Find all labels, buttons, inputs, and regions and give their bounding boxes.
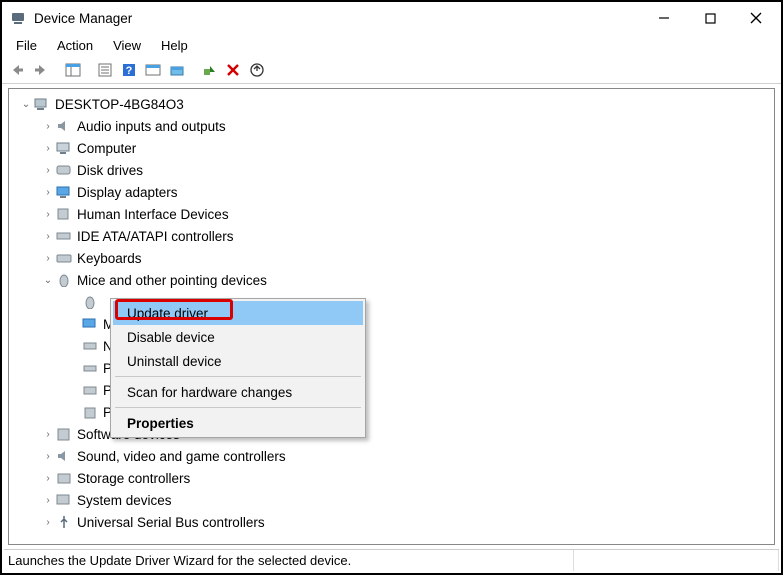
tree-category[interactable]: › Computer <box>11 137 772 159</box>
tree-category[interactable]: › IDE ATA/ATAPI controllers <box>11 225 772 247</box>
expand-icon[interactable]: › <box>41 473 55 484</box>
storage-icon <box>55 470 73 486</box>
show-hide-tree-button[interactable] <box>62 59 84 81</box>
mouse-device-icon <box>81 294 99 310</box>
menu-action[interactable]: Action <box>49 36 101 55</box>
tree-category[interactable]: › Audio inputs and outputs <box>11 115 772 137</box>
statusbar-spacer <box>574 550 779 571</box>
context-menu-properties[interactable]: Properties <box>113 411 363 435</box>
disable-device-button[interactable] <box>222 59 244 81</box>
expand-icon[interactable]: › <box>41 187 55 198</box>
menu-file[interactable]: File <box>8 36 45 55</box>
svg-text:?: ? <box>126 65 133 77</box>
forward-button[interactable] <box>30 59 52 81</box>
ide-icon <box>55 228 73 244</box>
window-title: Device Manager <box>34 11 132 26</box>
device-manager-icon <box>10 10 26 26</box>
context-menu-separator <box>115 376 361 377</box>
audio-icon <box>55 118 73 134</box>
context-menu-scan-hardware[interactable]: Scan for hardware changes <box>113 380 363 404</box>
titlebar: Device Manager <box>2 2 781 34</box>
port-device-icon <box>81 360 99 376</box>
expand-icon[interactable]: › <box>41 209 55 220</box>
menu-help[interactable]: Help <box>153 36 196 55</box>
statusbar: Launches the Update Driver Wizard for th… <box>4 549 779 571</box>
maximize-button[interactable] <box>687 3 733 33</box>
tree-category[interactable]: › Disk drives <box>11 159 772 181</box>
context-menu: Update driver Disable device Uninstall d… <box>110 298 366 438</box>
print-device-icon <box>81 382 99 398</box>
usb-icon <box>55 514 73 530</box>
minimize-button[interactable] <box>641 3 687 33</box>
tree-category[interactable]: › Sound, video and game controllers <box>11 445 772 467</box>
expand-icon[interactable]: › <box>41 121 55 132</box>
expand-icon[interactable]: › <box>41 143 55 154</box>
help-button[interactable]: ? <box>118 59 140 81</box>
expand-icon[interactable]: › <box>41 429 55 440</box>
computer-root-icon <box>33 96 51 112</box>
software-icon <box>55 426 73 442</box>
hid-icon <box>55 206 73 222</box>
toolbar-divider <box>86 59 92 81</box>
toolbar-divider <box>190 59 196 81</box>
expand-icon[interactable]: › <box>41 165 55 176</box>
expand-icon[interactable]: › <box>41 231 55 242</box>
computer-icon <box>55 140 73 156</box>
tree-category[interactable]: › Storage controllers <box>11 467 772 489</box>
properties-button[interactable] <box>94 59 116 81</box>
context-menu-separator <box>115 407 361 408</box>
collapse-icon[interactable]: ⌄ <box>19 99 33 110</box>
statusbar-text: Launches the Update Driver Wizard for th… <box>4 550 574 571</box>
expand-icon[interactable]: › <box>41 495 55 506</box>
expand-icon[interactable]: › <box>41 517 55 528</box>
uninstall-device-button[interactable] <box>246 59 268 81</box>
processor-device-icon <box>81 404 99 420</box>
tree-category[interactable]: › Keyboards <box>11 247 772 269</box>
tree-root-label: DESKTOP-4BG84O3 <box>55 97 184 112</box>
expand-icon[interactable]: › <box>41 451 55 462</box>
display-icon <box>55 184 73 200</box>
context-menu-uninstall-device[interactable]: Uninstall device <box>113 349 363 373</box>
sound-icon <box>55 448 73 464</box>
network-device-icon <box>81 338 99 354</box>
tree-category-mice[interactable]: ⌄ Mice and other pointing devices <box>11 269 772 291</box>
context-menu-disable-device[interactable]: Disable device <box>113 325 363 349</box>
keyboard-icon <box>55 250 73 266</box>
context-menu-update-driver[interactable]: Update driver <box>113 301 363 325</box>
close-button[interactable] <box>733 3 779 33</box>
tree-category[interactable]: › Universal Serial Bus controllers <box>11 511 772 533</box>
expand-icon[interactable]: › <box>41 253 55 264</box>
disk-icon <box>55 162 73 178</box>
toolbar: ? <box>2 56 781 84</box>
update-driver-toolbar-button[interactable] <box>166 59 188 81</box>
mouse-icon <box>55 272 73 288</box>
tree-root[interactable]: ⌄ DESKTOP-4BG84O3 <box>11 93 772 115</box>
scan-hardware-button[interactable] <box>142 59 164 81</box>
collapse-icon[interactable]: ⌄ <box>41 275 55 286</box>
tree-category[interactable]: › System devices <box>11 489 772 511</box>
menu-view[interactable]: View <box>105 36 149 55</box>
back-button[interactable] <box>6 59 28 81</box>
toolbar-divider <box>54 59 60 81</box>
tree-category[interactable]: › Display adapters <box>11 181 772 203</box>
tree-category[interactable]: › Human Interface Devices <box>11 203 772 225</box>
enable-device-button[interactable] <box>198 59 220 81</box>
monitor-device-icon <box>81 316 99 332</box>
system-icon <box>55 492 73 508</box>
menubar: File Action View Help <box>2 34 781 56</box>
